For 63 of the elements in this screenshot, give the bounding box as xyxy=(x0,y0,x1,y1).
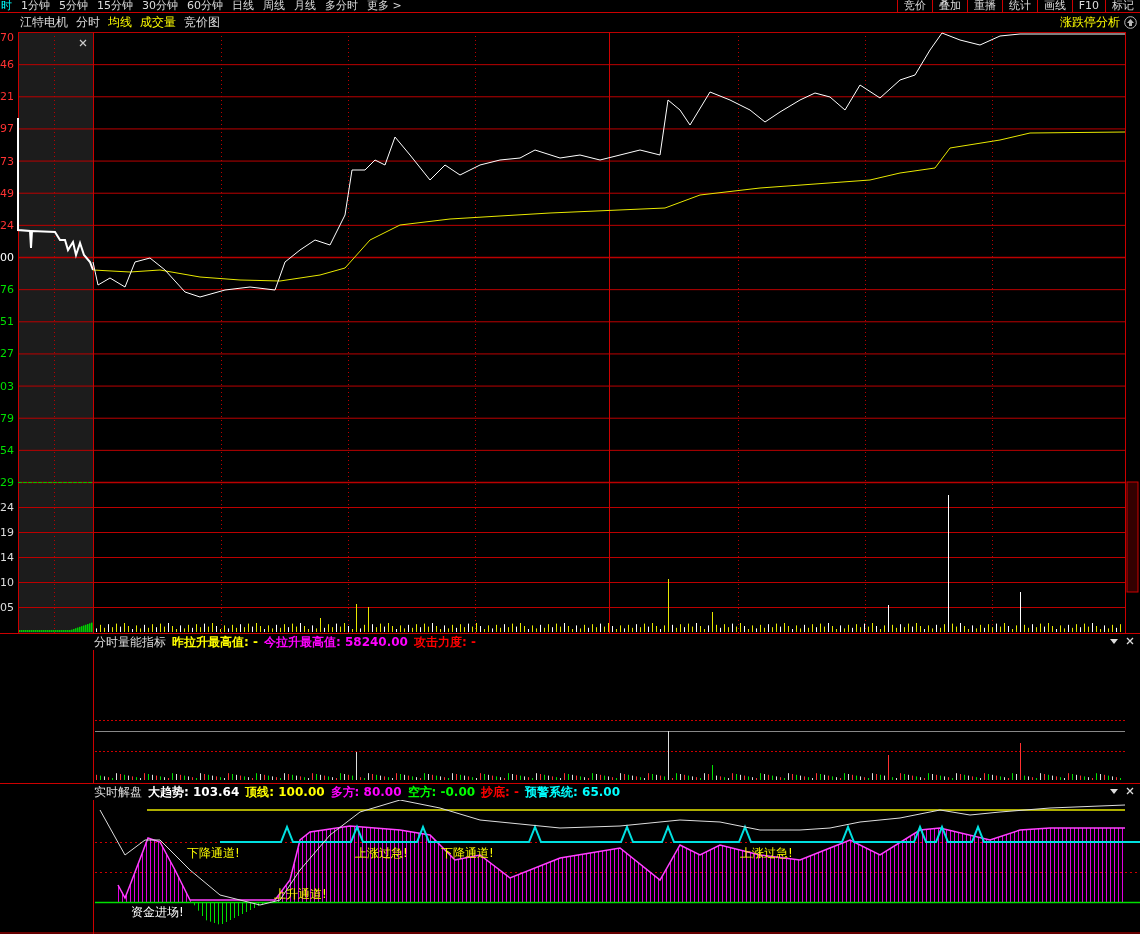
volume-axis-label: 14 xyxy=(0,551,14,564)
price-axis-label: 27 xyxy=(0,347,14,361)
chart-tab[interactable]: 竞价图 xyxy=(184,14,220,31)
period-tab[interactable]: 5分钟 xyxy=(59,0,88,12)
dropdown-caret-icon[interactable] xyxy=(1110,637,1118,645)
price-axis-label: 00 xyxy=(0,251,14,264)
period-tab[interactable]: 月线 xyxy=(294,0,316,12)
close-icon[interactable] xyxy=(1126,787,1134,795)
collapse-icon[interactable] xyxy=(1124,16,1137,29)
price-axis-label: 54 xyxy=(0,443,14,457)
indicator-value: 大趋势: 103.64 xyxy=(148,783,240,801)
indicator-value: 空方: -0.00 xyxy=(407,783,476,801)
toolbar-button[interactable]: 画线 xyxy=(1036,0,1072,12)
period-tab[interactable]: 日线 xyxy=(232,0,254,12)
signal-label: 下降通道! xyxy=(187,846,240,860)
chart-tab[interactable]: 分时 xyxy=(76,14,100,31)
indicator-value: 攻击力度: - xyxy=(413,633,476,651)
price-axis-label: 03 xyxy=(0,379,14,393)
period-tab[interactable]: 60分钟 xyxy=(187,0,223,12)
indicator-value: 今拉升最高值: 58240.00 xyxy=(263,633,408,651)
toolbar-button[interactable]: 标记 xyxy=(1105,0,1140,12)
indicator-value: 昨拉升最高值: - xyxy=(172,633,258,651)
toolbar-button[interactable]: 统计 xyxy=(1001,0,1037,12)
price-axis-label: 24 xyxy=(0,218,14,232)
volume-axis-label: 19 xyxy=(0,526,14,539)
period-tab[interactable]: 15分钟 xyxy=(97,0,133,12)
price-axis-label: 21 xyxy=(0,90,14,104)
stock-name: 江特电机 xyxy=(20,14,68,31)
price-axis-label: 51 xyxy=(0,315,14,329)
toolbar-button[interactable]: F10 xyxy=(1071,0,1105,12)
indicator-value: 抄底: - xyxy=(481,783,520,801)
price-axis-label: 73 xyxy=(0,154,14,168)
close-icon[interactable] xyxy=(1126,637,1134,645)
price-axis-label: 76 xyxy=(0,283,14,297)
period-tab[interactable]: 周线 xyxy=(263,0,285,12)
price-axis-label: 49 xyxy=(0,186,14,200)
indicator-title: 实时解盘 xyxy=(94,783,142,801)
chart-tab[interactable]: 成交量 xyxy=(140,14,176,31)
volume-axis-label: 10 xyxy=(0,576,14,589)
period-tab[interactable]: 1分钟 xyxy=(21,0,50,12)
close-icon[interactable] xyxy=(79,39,87,47)
signal-label: 资金进场! xyxy=(131,905,184,919)
toolbar-button[interactable]: 重播 xyxy=(966,0,1002,12)
price-axis-label: 46 xyxy=(0,58,14,72)
price-axis-label: 79 xyxy=(0,411,14,425)
indicator-value: 顶线: 100.00 xyxy=(245,783,325,801)
price-axis-label: 29 xyxy=(0,476,14,489)
price-axis-label: 70 xyxy=(0,32,14,44)
period-tab[interactable]: 30分钟 xyxy=(142,0,178,12)
indicator-title: 分时量能指标 xyxy=(94,633,166,651)
chart-tab[interactable]: 均线 xyxy=(108,14,132,31)
indicator-value: 多方: 80.00 xyxy=(330,783,402,801)
period-tab[interactable]: 多分时 xyxy=(325,0,358,12)
toolbar-button[interactable]: 竞价 xyxy=(896,0,932,12)
limit-analysis-link[interactable]: 涨跌停分析 xyxy=(1060,14,1120,31)
volume-axis-label: 24 xyxy=(0,501,14,514)
period-tab[interactable]: 时 xyxy=(1,0,12,12)
price-axis-label: 97 xyxy=(0,122,14,136)
indicator-value: 预警系统: 65.00 xyxy=(525,783,620,801)
volume-axis-label: 05 xyxy=(0,601,14,614)
toolbar-button[interactable]: 叠加 xyxy=(931,0,967,12)
period-tab[interactable]: 更多 > xyxy=(367,0,402,12)
dropdown-caret-icon[interactable] xyxy=(1110,787,1118,795)
